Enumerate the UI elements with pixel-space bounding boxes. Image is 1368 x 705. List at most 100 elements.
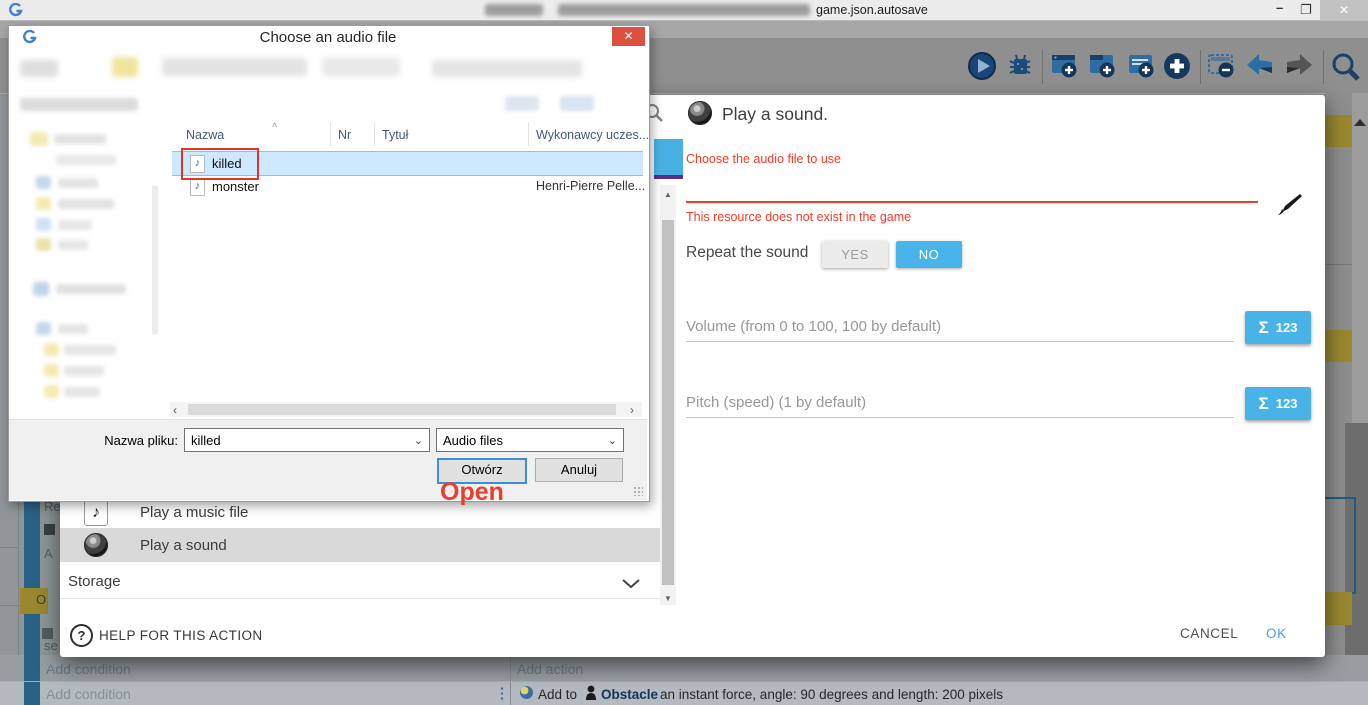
annotation-open-text: Open [440,478,504,507]
hscroll-right-arrow[interactable]: › [630,403,634,417]
gdevelop-logo-icon [8,3,23,22]
expression-label: 123 [1276,396,1298,411]
repeat-no-button[interactable]: NO [896,241,962,268]
column-separator[interactable] [374,122,375,146]
cancel-button[interactable]: CANCEL [1180,626,1238,641]
repeat-yes-button[interactable]: YES [822,241,888,268]
title-path-blurred [558,4,810,16]
drive-icon-blurred [36,176,51,189]
add-comment-icon[interactable] [1127,51,1157,83]
tree-item-blurred [64,387,100,397]
tree-item-blurred [56,155,116,165]
list-scrollbar-thumb[interactable] [662,220,674,585]
os-title-bar: game.json.autosave – ❐ ✕ [0,0,1368,21]
action-text-suffix: an instant force, angle: 90 degrees and … [660,687,1003,702]
filename-label: Nazwa pliku: [100,433,178,448]
column-header-performers[interactable]: Wykonawcy uczes... [536,128,649,142]
audio-file-label: Choose the audio file to use [686,152,841,166]
pitch-expression-button[interactable]: Σ 123 [1245,387,1311,420]
cancel-button-file[interactable]: Anuluj [535,458,623,482]
folder-icon-blurred [44,364,59,377]
volume-input[interactable] [686,341,1234,342]
hscroll-left-arrow[interactable]: ‹ [173,403,177,417]
list-item-play-sound[interactable]: Play a sound [60,528,660,562]
column-header-name[interactable]: Nazwa [186,128,224,142]
audio-file-input[interactable] [686,201,1258,203]
resize-grip[interactable] [633,486,643,496]
add-action-link[interactable]: Add action [517,661,583,677]
folder-icon-blurred [44,343,59,356]
section-storage[interactable]: Storage [60,562,660,599]
redo-icon[interactable] [1283,51,1313,83]
close-button[interactable]: ✕ [1320,0,1368,20]
help-link[interactable]: HELP FOR THIS ACTION [99,628,263,643]
pitch-input[interactable] [686,417,1234,418]
audio-file-icon: ♪ [190,178,205,196]
list-item-label: Play a music file [140,504,248,521]
volume-label: Volume (from 0 to 100, 100 by default) [686,318,941,335]
tree-item-blurred [56,284,126,294]
folder-icon-blurred [36,197,51,210]
annotation-rectangle [181,148,259,180]
section-label: Storage [68,573,121,590]
nav-buttons-blurred [20,60,58,77]
action-text-prefix: Add to [538,687,577,702]
column-separator[interactable] [330,122,331,146]
icon-blurred [36,322,51,335]
add-icon[interactable] [1162,51,1192,83]
hscrollbar-thumb[interactable] [188,404,616,415]
music-note-icon: ♪ [84,500,108,526]
folder-icon-blurred [44,385,59,398]
add-condition-link[interactable]: Add condition [46,661,131,677]
selected-category-tab[interactable] [654,139,683,175]
brush-icon[interactable] [1276,192,1302,223]
title-text-blurred [485,4,543,16]
column-header-title[interactable]: Tytuł [382,128,408,142]
action-title: Play a sound. [722,104,828,125]
column-header-nr[interactable]: Nr [338,128,351,142]
selected-event-block [1325,330,1352,362]
restore-button[interactable]: ❐ [1300,2,1312,18]
highlighted-event-block [1322,497,1356,594]
play-icon[interactable] [967,51,997,83]
scroll-down-icon[interactable]: ▼ [664,594,672,603]
chevron-down-icon [622,576,640,594]
tree-item-blurred [54,134,106,144]
screen: Re A O se Add condition Add action Add c… [0,0,1368,705]
minimize-button[interactable]: – [1276,0,1283,15]
column-separator[interactable] [528,122,529,146]
file-dialog-close-button[interactable]: ✕ [612,27,645,46]
tree-item-blurred [64,345,116,355]
undo-icon[interactable] [1244,51,1274,83]
icon-blurred [36,218,51,231]
help-icon[interactable]: ? [70,624,93,647]
delete-event-icon[interactable] [1207,51,1237,83]
view-icons-blurred [505,96,539,111]
address-bar-blurred [162,58,307,76]
sort-ascending-icon: ˄ [272,120,277,130]
add-subevent-icon[interactable] [1088,51,1118,83]
nav-scrollbar[interactable] [152,185,158,335]
volume-expression-button[interactable]: Σ 123 [1245,311,1311,344]
clipped-icon [44,524,55,535]
filetype-select[interactable]: Audio files ⌄ [436,428,624,452]
scroll-up-icon[interactable]: ▲ [664,190,672,199]
search-toolbar-icon[interactable] [1330,51,1360,83]
address-segment-blurred [322,58,400,76]
add-condition-link[interactable]: Add condition [46,686,131,702]
scroll-up-arrow-icon[interactable] [1354,119,1366,126]
speaker-icon [688,101,712,125]
chevron-down-icon: ⌄ [414,434,423,447]
drag-handle-icon[interactable] [500,686,504,700]
gutter-tick [0,605,18,606]
folder-icon-blurred [112,57,138,77]
debug-icon[interactable] [1005,51,1035,83]
event-row-divider [0,681,1368,682]
filename-input[interactable]: killed ⌄ [184,428,430,452]
clipped-text: O [36,592,46,607]
scrollbar-track[interactable] [1352,93,1368,423]
file-performers: Henri-Pierre Pelle... [536,179,645,193]
ok-button[interactable]: OK [1266,626,1287,641]
add-event-icon[interactable] [1050,51,1080,83]
toolbar-separator [1200,50,1201,84]
